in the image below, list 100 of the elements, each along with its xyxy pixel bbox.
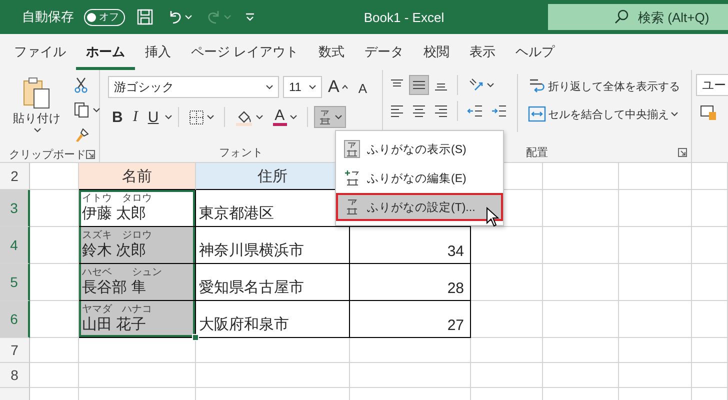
furigana-text: イトウ タロウ bbox=[82, 193, 152, 204]
ribbon-tab[interactable]: 挿入 bbox=[135, 34, 181, 70]
table-cell: 名前 bbox=[79, 163, 196, 190]
name-text: 鈴木 次郎 bbox=[82, 241, 146, 260]
caret-icon bbox=[671, 112, 678, 116]
row-header[interactable]: 7 bbox=[0, 338, 30, 363]
fill-handle[interactable] bbox=[192, 334, 199, 341]
caret-icon bbox=[256, 114, 263, 120]
menu-item[interactable]: ふりがなの設定(T)... bbox=[336, 193, 503, 221]
align-right-icon bbox=[434, 104, 448, 118]
align-middle-button[interactable] bbox=[409, 75, 429, 95]
furigana-text: スズキ ジロウ bbox=[82, 230, 152, 241]
caret-icon bbox=[224, 14, 231, 20]
caret-icon bbox=[290, 114, 297, 120]
customize-icon bbox=[245, 12, 255, 22]
ribbon-tab[interactable]: 数式 bbox=[308, 34, 355, 70]
caret-icon bbox=[309, 84, 316, 90]
caret-icon bbox=[34, 128, 40, 133]
font-color-button[interactable]: A bbox=[268, 105, 301, 129]
table-cell bbox=[471, 227, 543, 264]
table-cell bbox=[692, 190, 728, 227]
font-name-field[interactable]: 游ゴシック bbox=[108, 76, 279, 98]
window-title: Book1 - Excel bbox=[362, 10, 446, 24]
ribbon-tab[interactable]: 表示 bbox=[460, 34, 506, 70]
caret-up-icon bbox=[342, 85, 348, 89]
menu-item[interactable]: ふりがなの表示(S) bbox=[336, 135, 503, 163]
table-cell[interactable]: ヤマダ ハナコ 山田 花子 bbox=[79, 301, 196, 338]
caret-icon bbox=[206, 114, 214, 120]
underline-button[interactable]: U bbox=[144, 106, 163, 128]
caret-icon bbox=[266, 84, 273, 90]
row-header[interactable]: 4 bbox=[0, 227, 30, 264]
row-header[interactable]: 8 bbox=[0, 363, 30, 388]
row-header[interactable]: 3 bbox=[0, 190, 30, 227]
indent-increase-icon bbox=[491, 104, 507, 118]
merge-center-button[interactable]: セルを結合して中央揃え bbox=[525, 103, 683, 125]
row-header[interactable]: 5 bbox=[0, 264, 30, 301]
indent-decrease-icon bbox=[467, 104, 483, 118]
table-cell bbox=[692, 227, 728, 264]
align-middle-icon bbox=[412, 78, 426, 92]
search-icon bbox=[614, 9, 629, 24]
ribbon-tab[interactable]: ファイル bbox=[4, 34, 76, 70]
ribbon-tab[interactable]: ヘルプ bbox=[506, 34, 565, 70]
table-cell: 神奈川県横浜市 bbox=[196, 227, 350, 264]
dialog-launcher-icon[interactable] bbox=[86, 150, 95, 158]
group-label: 配置 bbox=[526, 146, 548, 160]
table-icon bbox=[700, 105, 718, 121]
number-format-field[interactable]: ユー bbox=[696, 74, 728, 96]
copy-icon bbox=[74, 102, 90, 118]
font-size-field[interactable]: 11 bbox=[283, 76, 322, 98]
row-header[interactable]: 6 bbox=[0, 301, 30, 338]
paintbrush-icon bbox=[74, 127, 90, 143]
table-cell bbox=[471, 264, 543, 301]
merge-cells-icon bbox=[528, 106, 546, 122]
wrap-text-icon bbox=[528, 77, 546, 95]
italic-button[interactable]: I bbox=[128, 106, 142, 128]
table-cell bbox=[471, 301, 543, 338]
ribbon-tab[interactable]: 校閲 bbox=[414, 34, 460, 70]
fill-color-icon bbox=[234, 108, 253, 126]
table-cell bbox=[471, 338, 543, 363]
search-field[interactable]: 検索 (Alt+Q) bbox=[548, 4, 728, 30]
ribbon-tab[interactable]: ページ レイアウト bbox=[181, 34, 309, 70]
furigana-icon bbox=[318, 109, 332, 125]
table-cell bbox=[30, 338, 79, 363]
table-cell[interactable]: スズキ ジロウ 鈴木 次郎 bbox=[79, 227, 196, 264]
furigana-text: ハセベ シュン bbox=[82, 267, 162, 278]
furigana-button[interactable] bbox=[314, 106, 346, 128]
caret-icon bbox=[185, 14, 192, 20]
orientation-icon bbox=[467, 77, 485, 93]
furigana-edit-icon bbox=[344, 169, 360, 187]
dialog-launcher-icon[interactable] bbox=[678, 148, 687, 156]
table-cell: 28 bbox=[350, 264, 471, 301]
table-cell bbox=[692, 363, 728, 388]
table-cell bbox=[692, 338, 728, 363]
save-button[interactable] bbox=[135, 7, 155, 27]
autosave-toggle[interactable]: オフ bbox=[84, 8, 125, 26]
paste-button[interactable]: 貼り付け bbox=[8, 74, 66, 146]
grow-font-button[interactable]: A bbox=[324, 74, 352, 100]
caret-icon bbox=[487, 82, 494, 88]
table-cell[interactable]: イトウ タロウ 伊藤 太郎 bbox=[79, 190, 196, 227]
table-cell[interactable]: ハセベ シュン 長谷部 隼 bbox=[79, 264, 196, 301]
group-label: クリップボード bbox=[9, 148, 86, 162]
autosave-label: 自動保存 bbox=[22, 8, 74, 26]
table-cell: 大阪府和泉市 bbox=[196, 301, 350, 338]
wrap-text-button[interactable]: 折り返して全体を表示する bbox=[525, 74, 683, 98]
caret-icon bbox=[334, 114, 342, 120]
bold-button[interactable]: B bbox=[108, 106, 127, 128]
furigana-icon bbox=[344, 140, 360, 158]
furigana-text: ヤマダ ハナコ bbox=[82, 304, 152, 315]
name-text: 伊藤 太郎 bbox=[82, 204, 146, 223]
shrink-font-button[interactable]: A bbox=[354, 75, 372, 99]
borders-icon bbox=[188, 110, 204, 124]
row-header[interactable]: 2 bbox=[0, 163, 30, 190]
table-cell bbox=[30, 363, 79, 388]
clipboard-icon bbox=[22, 77, 52, 109]
save-icon bbox=[137, 9, 153, 25]
ribbon-tab[interactable]: データ bbox=[354, 34, 414, 70]
furigana-icon bbox=[344, 198, 360, 216]
name-text: 長谷部 隼 bbox=[82, 278, 146, 297]
table-cell: 34 bbox=[350, 227, 471, 264]
table-cell bbox=[692, 301, 728, 338]
